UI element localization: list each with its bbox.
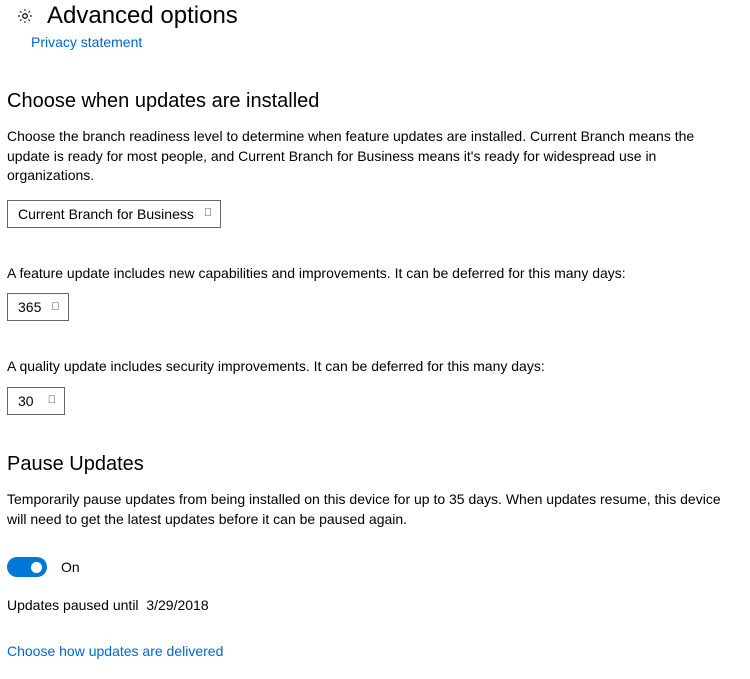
chevron-down-icon:  xyxy=(51,302,59,313)
feature-update-days-dropdown[interactable]: 365  xyxy=(7,293,69,321)
paused-until-text: Updates paused until 3/29/2018 xyxy=(7,597,743,613)
toggle-knob xyxy=(31,562,42,573)
feature-update-label: A feature update includes new capabiliti… xyxy=(7,264,727,284)
gear-icon xyxy=(15,6,35,26)
choose-delivery-link[interactable]: Choose how updates are delivered xyxy=(7,643,223,659)
feature-update-days-value: 365 xyxy=(18,299,41,315)
pause-toggle-label: On xyxy=(61,559,80,575)
chevron-down-icon:  xyxy=(204,208,212,219)
quality-update-days-dropdown[interactable]: 30  xyxy=(7,387,65,415)
pause-updates-toggle[interactable] xyxy=(7,557,47,577)
branch-dropdown-value: Current Branch for Business xyxy=(18,206,194,222)
quality-update-label: A quality update includes security impro… xyxy=(7,357,727,377)
section-heading-pause: Pause Updates xyxy=(7,453,743,476)
chevron-down-icon:  xyxy=(48,395,56,406)
privacy-statement-link[interactable]: Privacy statement xyxy=(31,34,142,50)
page-header: Advanced options xyxy=(15,2,743,30)
branch-readiness-dropdown[interactable]: Current Branch for Business  xyxy=(7,200,221,228)
branch-description: Choose the branch readiness level to det… xyxy=(7,127,727,186)
section-heading-install: Choose when updates are installed xyxy=(7,90,743,113)
quality-update-days-value: 30 xyxy=(18,393,34,409)
page-title: Advanced options xyxy=(47,2,238,30)
pause-description: Temporarily pause updates from being ins… xyxy=(7,490,727,529)
pause-toggle-row: On xyxy=(7,557,743,577)
